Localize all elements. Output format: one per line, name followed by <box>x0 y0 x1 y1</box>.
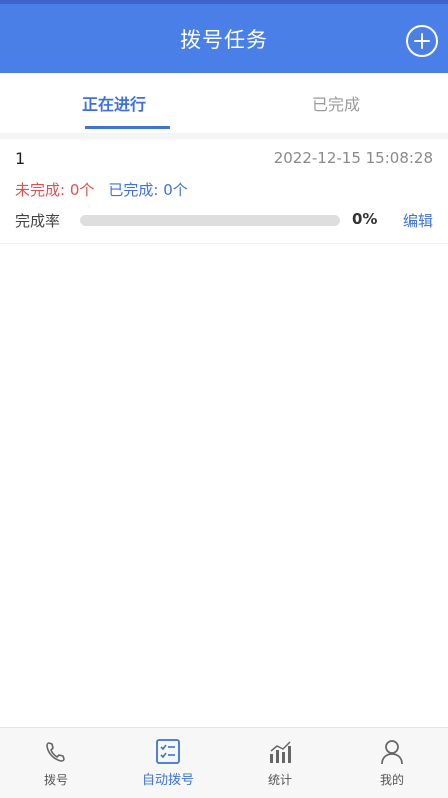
pending-count: 0个 <box>69 181 95 199</box>
phone-icon <box>46 742 65 762</box>
nav-item-stats[interactable]: 统计 <box>224 728 336 798</box>
nav-item-auto-dial[interactable]: 自动拨号 <box>112 728 224 798</box>
progress-bar <box>80 215 340 226</box>
nav-item-profile[interactable]: 我的 <box>336 728 448 798</box>
bar-chart-icon <box>270 741 291 763</box>
task-name: 1 <box>15 149 26 168</box>
page-title: 拨号任务 <box>180 28 268 52</box>
bottom-nav: 拨号 自动拨号 统计 我的 <box>0 727 448 798</box>
task-time: 2022-12-15 15:08:28 <box>273 149 433 167</box>
progress-row: 完成率 0% 编辑 <box>15 210 433 234</box>
tab-bar: 正在进行 已完成 <box>0 73 448 133</box>
nav-label-auto-dial: 自动拨号 <box>141 773 194 788</box>
nav-label-stats: 统计 <box>267 773 292 787</box>
pending-label: 未完成: <box>15 181 70 199</box>
card-divider <box>0 243 448 244</box>
progress-label: 完成率 <box>15 212 61 230</box>
nav-item-dial[interactable]: 拨号 <box>0 728 112 798</box>
plus-circle-icon[interactable] <box>406 25 438 57</box>
active-tab-indicator <box>85 126 170 129</box>
user-icon <box>381 740 403 765</box>
done-count: 0个 <box>163 181 188 199</box>
tab-completed[interactable]: 已完成 <box>224 91 448 115</box>
tab-in-progress[interactable]: 正在进行 <box>14 91 214 115</box>
checklist-icon <box>156 739 180 764</box>
done-label: 已完成: <box>108 181 164 199</box>
nav-label-profile: 我的 <box>379 773 404 787</box>
pending-stat: 未完成: 0个 <box>15 181 94 199</box>
task-stats: 未完成: 0个 已完成: 0个 <box>15 179 188 200</box>
task-card[interactable]: 1 2022-12-15 15:08:28 未完成: 0个 已完成: 0个 完成率… <box>0 139 448 243</box>
progress-percent: 0% <box>352 210 378 228</box>
edit-button[interactable]: 编辑 <box>403 210 433 231</box>
done-stat: 已完成: 0个 <box>108 181 187 199</box>
nav-label-dial: 拨号 <box>43 773 68 787</box>
app-header: 拨号任务 <box>0 4 448 73</box>
